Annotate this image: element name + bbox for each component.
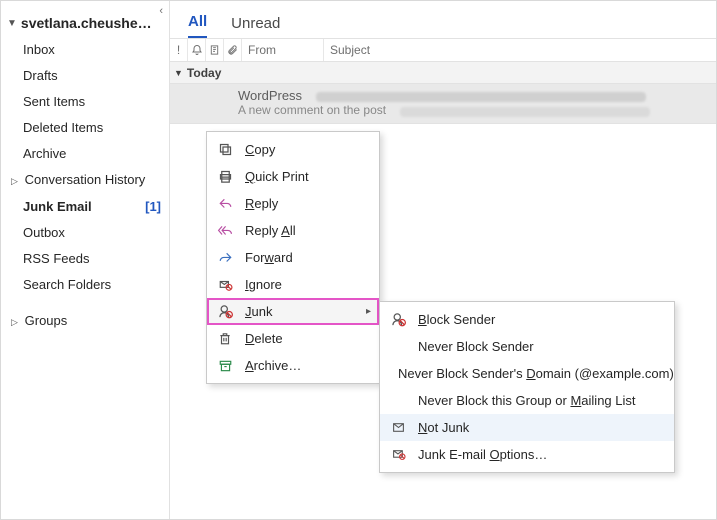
folder-label: Search Folders bbox=[23, 276, 111, 294]
menu-label: Reply All bbox=[245, 223, 296, 238]
folder-list: Inbox Drafts Sent Items Deleted Items Ar… bbox=[1, 37, 169, 298]
message-from: WordPress bbox=[238, 88, 302, 103]
menu-not-junk[interactable]: Not Junk bbox=[380, 414, 674, 441]
message-row[interactable]: WordPress A new comment on the post bbox=[170, 84, 716, 124]
context-menu: Copy Quick Print Reply Reply All Forward… bbox=[206, 131, 380, 384]
menu-label: Forward bbox=[245, 250, 293, 265]
menu-label: Reply bbox=[245, 196, 278, 211]
folder-label: Deleted Items bbox=[23, 119, 103, 137]
folder-outbox[interactable]: Outbox bbox=[1, 220, 169, 246]
menu-label: Junk E-mail Options… bbox=[418, 447, 547, 462]
account-header[interactable]: ▼ svetlana.cheushe… bbox=[1, 7, 169, 37]
menu-never-block-sender[interactable]: Never Block Sender bbox=[380, 333, 674, 360]
chevron-right-icon: ▷ bbox=[11, 172, 21, 190]
menu-block-sender[interactable]: Block Sender bbox=[380, 306, 674, 333]
menu-label: Block Sender bbox=[418, 312, 495, 327]
junk-submenu: Block Sender Never Block Sender Never Bl… bbox=[379, 301, 675, 473]
folder-label: Outbox bbox=[23, 224, 65, 242]
icon-column-icon[interactable] bbox=[206, 39, 224, 61]
menu-label: Copy bbox=[245, 142, 275, 157]
message-subject-blurred bbox=[316, 92, 646, 102]
folder-deleted[interactable]: Deleted Items bbox=[1, 115, 169, 141]
chevron-right-icon: ▷ bbox=[11, 313, 21, 331]
menu-copy[interactable]: Copy bbox=[207, 136, 379, 163]
folder-pane: ‹ ▼ svetlana.cheushe… Inbox Drafts Sent … bbox=[1, 1, 170, 519]
reply-all-icon bbox=[215, 224, 235, 238]
menu-reply[interactable]: Reply bbox=[207, 190, 379, 217]
date-group-today[interactable]: ▼ Today bbox=[170, 62, 716, 84]
menu-reply-all[interactable]: Reply All bbox=[207, 217, 379, 244]
reminder-column-icon[interactable] bbox=[188, 39, 206, 61]
groups-header[interactable]: ▷ Groups bbox=[1, 308, 169, 335]
folder-conversation-history[interactable]: ▷ Conversation History bbox=[1, 167, 169, 194]
filter-tabs: All Unread bbox=[170, 1, 716, 38]
tab-all[interactable]: All bbox=[188, 13, 207, 38]
menu-label: Not Junk bbox=[418, 420, 469, 435]
attachment-column-icon[interactable] bbox=[224, 39, 242, 61]
print-icon bbox=[215, 169, 235, 184]
menu-junk[interactable]: Junk ▸ bbox=[207, 298, 379, 325]
archive-icon bbox=[215, 359, 235, 373]
group-label: Today bbox=[187, 66, 221, 80]
menu-junk-options[interactable]: Junk E-mail Options… bbox=[380, 441, 674, 468]
menu-archive[interactable]: Archive… bbox=[207, 352, 379, 379]
menu-label: Never Block Sender's Domain (@example.co… bbox=[398, 366, 674, 381]
folder-label: Archive bbox=[23, 145, 66, 163]
folder-label: RSS Feeds bbox=[23, 250, 89, 268]
folder-label: Inbox bbox=[23, 41, 55, 59]
block-sender-icon bbox=[388, 312, 408, 327]
reply-icon bbox=[215, 197, 235, 211]
menu-label: Archive… bbox=[245, 358, 301, 373]
chevron-down-icon: ▼ bbox=[7, 18, 17, 29]
account-name: svetlana.cheushe… bbox=[21, 15, 152, 31]
menu-never-block-domain[interactable]: Never Block Sender's Domain (@example.co… bbox=[380, 360, 674, 387]
submenu-arrow-icon: ▸ bbox=[366, 306, 371, 317]
copy-icon bbox=[215, 142, 235, 157]
folder-label: Sent Items bbox=[23, 93, 85, 111]
message-preview: A new comment on the post bbox=[238, 103, 386, 117]
folder-rss[interactable]: RSS Feeds bbox=[1, 246, 169, 272]
collapse-pane-icon[interactable]: ‹ bbox=[159, 5, 163, 17]
folder-label: Conversation History bbox=[25, 172, 146, 187]
menu-label: Never Block this Group or Mailing List bbox=[418, 393, 636, 408]
importance-column-icon[interactable]: ! bbox=[170, 39, 188, 61]
menu-never-block-group[interactable]: Never Block this Group or Mailing List bbox=[380, 387, 674, 414]
folder-archive[interactable]: Archive bbox=[1, 141, 169, 167]
menu-quick-print[interactable]: Quick Print bbox=[207, 163, 379, 190]
delete-icon bbox=[215, 331, 235, 346]
ignore-icon bbox=[215, 278, 235, 292]
forward-icon bbox=[215, 251, 235, 265]
menu-ignore[interactable]: Ignore bbox=[207, 271, 379, 298]
subject-column-header[interactable]: Subject bbox=[324, 39, 716, 61]
column-headers: ! From Subject bbox=[170, 38, 716, 62]
folder-drafts[interactable]: Drafts bbox=[1, 63, 169, 89]
menu-delete[interactable]: Delete bbox=[207, 325, 379, 352]
from-column-header[interactable]: From bbox=[242, 39, 324, 61]
menu-label: Never Block Sender bbox=[418, 339, 534, 354]
message-body-blurred bbox=[400, 107, 650, 117]
folder-label: Junk Email bbox=[23, 198, 92, 216]
folder-search[interactable]: Search Folders bbox=[1, 272, 169, 298]
groups-label: Groups bbox=[25, 313, 68, 328]
junk-options-icon bbox=[388, 448, 408, 461]
menu-label: Delete bbox=[245, 331, 283, 346]
junk-icon bbox=[215, 304, 235, 319]
folder-sent[interactable]: Sent Items bbox=[1, 89, 169, 115]
tab-unread[interactable]: Unread bbox=[231, 15, 280, 38]
menu-forward[interactable]: Forward bbox=[207, 244, 379, 271]
envelope-icon bbox=[388, 421, 408, 434]
chevron-down-icon: ▼ bbox=[174, 68, 183, 78]
folder-inbox[interactable]: Inbox bbox=[1, 37, 169, 63]
menu-label: Ignore bbox=[245, 277, 282, 292]
folder-junk-email[interactable]: Junk Email [1] bbox=[1, 194, 169, 220]
menu-label: Junk bbox=[245, 304, 272, 319]
folder-label: Drafts bbox=[23, 67, 58, 85]
unread-count: [1] bbox=[145, 198, 161, 216]
menu-label: Quick Print bbox=[245, 169, 309, 184]
